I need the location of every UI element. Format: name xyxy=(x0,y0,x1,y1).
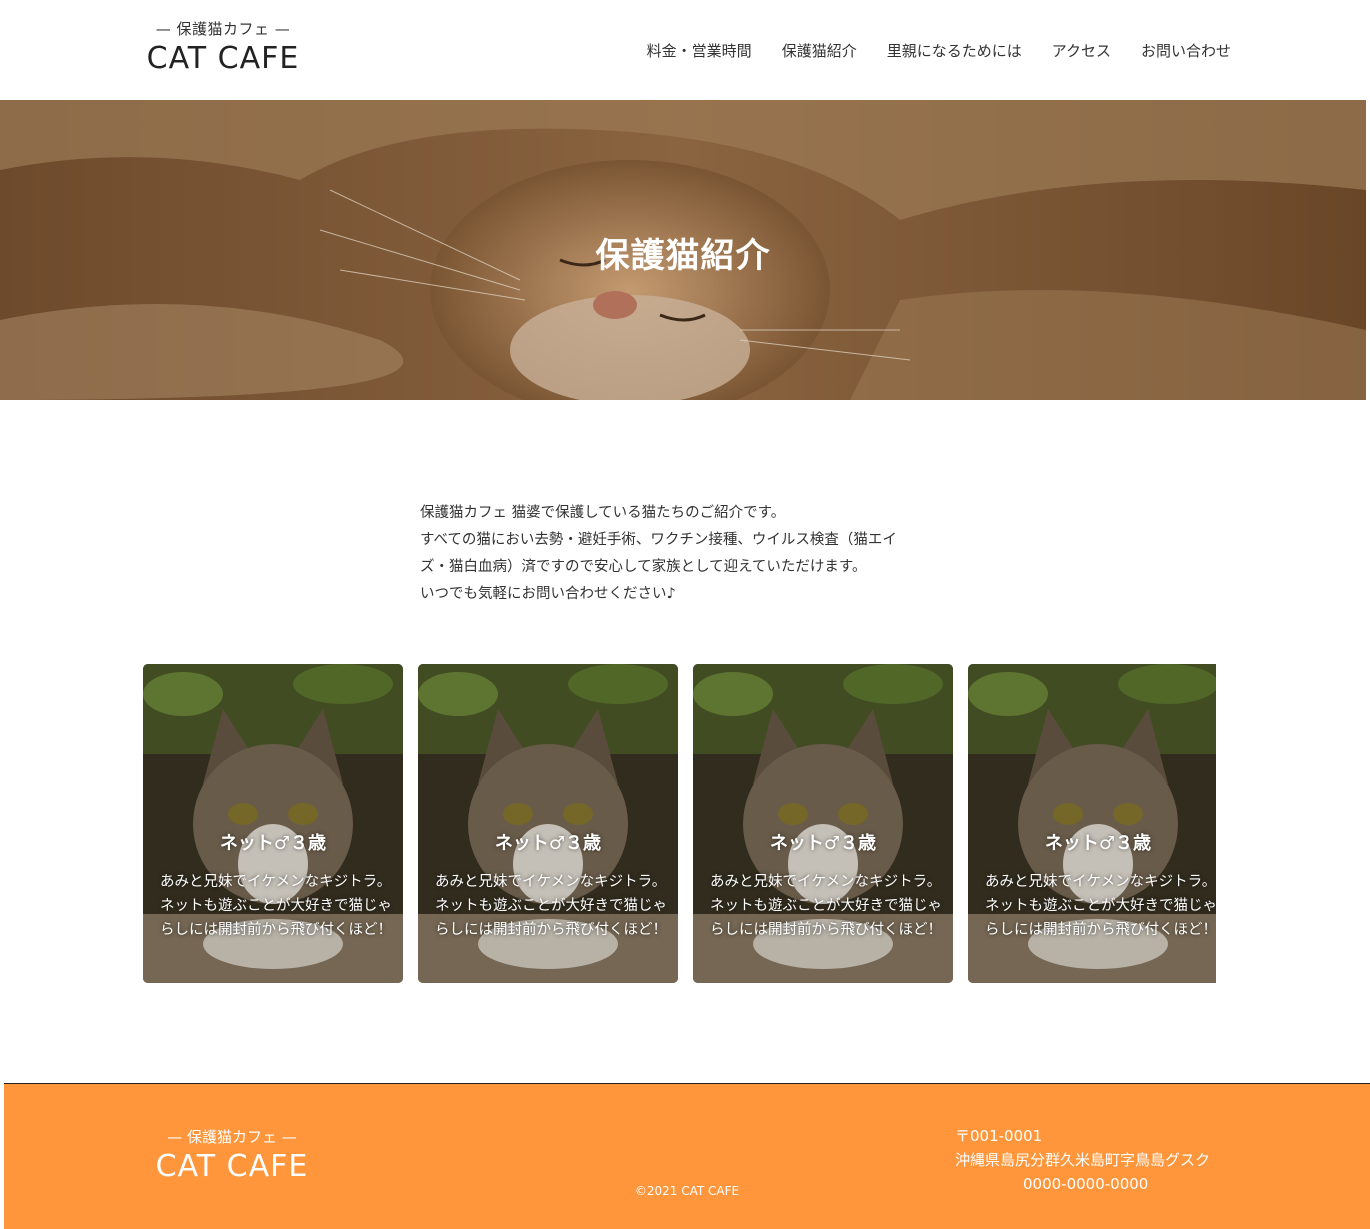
nav-item-adoption[interactable]: 里親になるためには xyxy=(887,40,1022,61)
intro-line: すべての猫におい去勢・避妊手術、ワクチン接種、ウイルス検査（猫エイ xyxy=(420,532,897,548)
nav-item-cats[interactable]: 保護猫紹介 xyxy=(782,40,857,61)
cat-card-list: ネット♂３歳 あみと兄妹でイケメンなキジトラ。ネットも遊ぶことが大好きで猫じゃら… xyxy=(143,664,1216,983)
footer-address: 〒001-0001 沖縄県島尻分群久米島町字鳥島グスク 0000-0000-00… xyxy=(955,1124,1235,1196)
street-address: 沖縄県島尻分群久米島町字鳥島グスク xyxy=(955,1151,1211,1169)
cat-description: あみと兄妹でイケメンなキジトラ。ネットも遊ぶことが大好きで猫じゃらしには開封前か… xyxy=(160,874,392,938)
logo-subtitle: — 保護猫カフェ — xyxy=(155,20,291,38)
cat-name: ネット♂３歳 xyxy=(1044,833,1152,854)
main-nav: 料金・営業時間 保護猫紹介 里親になるためには アクセス お問い合わせ xyxy=(647,40,1231,61)
intro-text: 保護猫カフェ 猫婆で保護している猫たちのご紹介です。 すべての猫におい去勢・避妊… xyxy=(420,500,960,608)
footer-logo[interactable]: — 保護猫カフェ — CAT CAFE xyxy=(151,1126,313,1184)
cat-name: ネット♂３歳 xyxy=(219,833,327,854)
cat-description: あみと兄妹でイケメンなキジトラ。ネットも遊ぶことが大好きで猫じゃらしには開封前か… xyxy=(710,874,942,938)
hero-banner: 保護猫紹介 xyxy=(0,100,1366,400)
intro-line: いつでも気軽にお問い合わせください♪ xyxy=(420,586,676,602)
intro-line: 保護猫カフェ 猫婆で保護している猫たちのご紹介です。 xyxy=(420,505,786,521)
cat-name: ネット♂３歳 xyxy=(769,833,877,854)
cat-card[interactable]: ネット♂３歳 あみと兄妹でイケメンなキジトラ。ネットも遊ぶことが大好きで猫じゃら… xyxy=(968,664,1216,983)
footer-logo-subtitle: — 保護猫カフェ — xyxy=(167,1128,297,1146)
postal-code: 〒001-0001 xyxy=(955,1127,1043,1145)
site-logo[interactable]: — 保護猫カフェ — CAT CAFE xyxy=(143,18,303,76)
nav-item-pricing-hours[interactable]: 料金・営業時間 xyxy=(647,40,752,61)
cat-card[interactable]: ネット♂３歳 あみと兄妹でイケメンなキジトラ。ネットも遊ぶことが大好きで猫じゃら… xyxy=(693,664,953,983)
site-footer: — 保護猫カフェ — CAT CAFE ©2021 CAT CAFE 〒001-… xyxy=(4,1083,1370,1229)
phone-number: 0000-0000-0000 xyxy=(1023,1175,1149,1193)
nav-item-access[interactable]: アクセス xyxy=(1052,40,1111,61)
nav-item-contact[interactable]: お問い合わせ xyxy=(1141,40,1231,61)
intro-line: ズ・猫白血病）済ですので安心して家族として迎えていただけます。 xyxy=(420,559,867,575)
cat-card[interactable]: ネット♂３歳 あみと兄妹でイケメンなキジトラ。ネットも遊ぶことが大好きで猫じゃら… xyxy=(418,664,678,983)
footer-logo-title: CAT CAFE xyxy=(155,1149,309,1184)
cat-description: あみと兄妹でイケメンなキジトラ。ネットも遊ぶことが大好きで猫じゃらしには開封前か… xyxy=(985,874,1216,938)
site-header: — 保護猫カフェ — CAT CAFE 料金・営業時間 保護猫紹介 里親になるた… xyxy=(0,0,1370,100)
hero-title: 保護猫紹介 xyxy=(595,236,771,276)
cat-description: あみと兄妹でイケメンなキジトラ。ネットも遊ぶことが大好きで猫じゃらしには開封前か… xyxy=(435,874,667,938)
cat-name: ネット♂３歳 xyxy=(494,833,602,854)
cat-card[interactable]: ネット♂３歳 あみと兄妹でイケメンなキジトラ。ネットも遊ぶことが大好きで猫じゃら… xyxy=(143,664,403,983)
logo-title: CAT CAFE xyxy=(146,41,300,76)
